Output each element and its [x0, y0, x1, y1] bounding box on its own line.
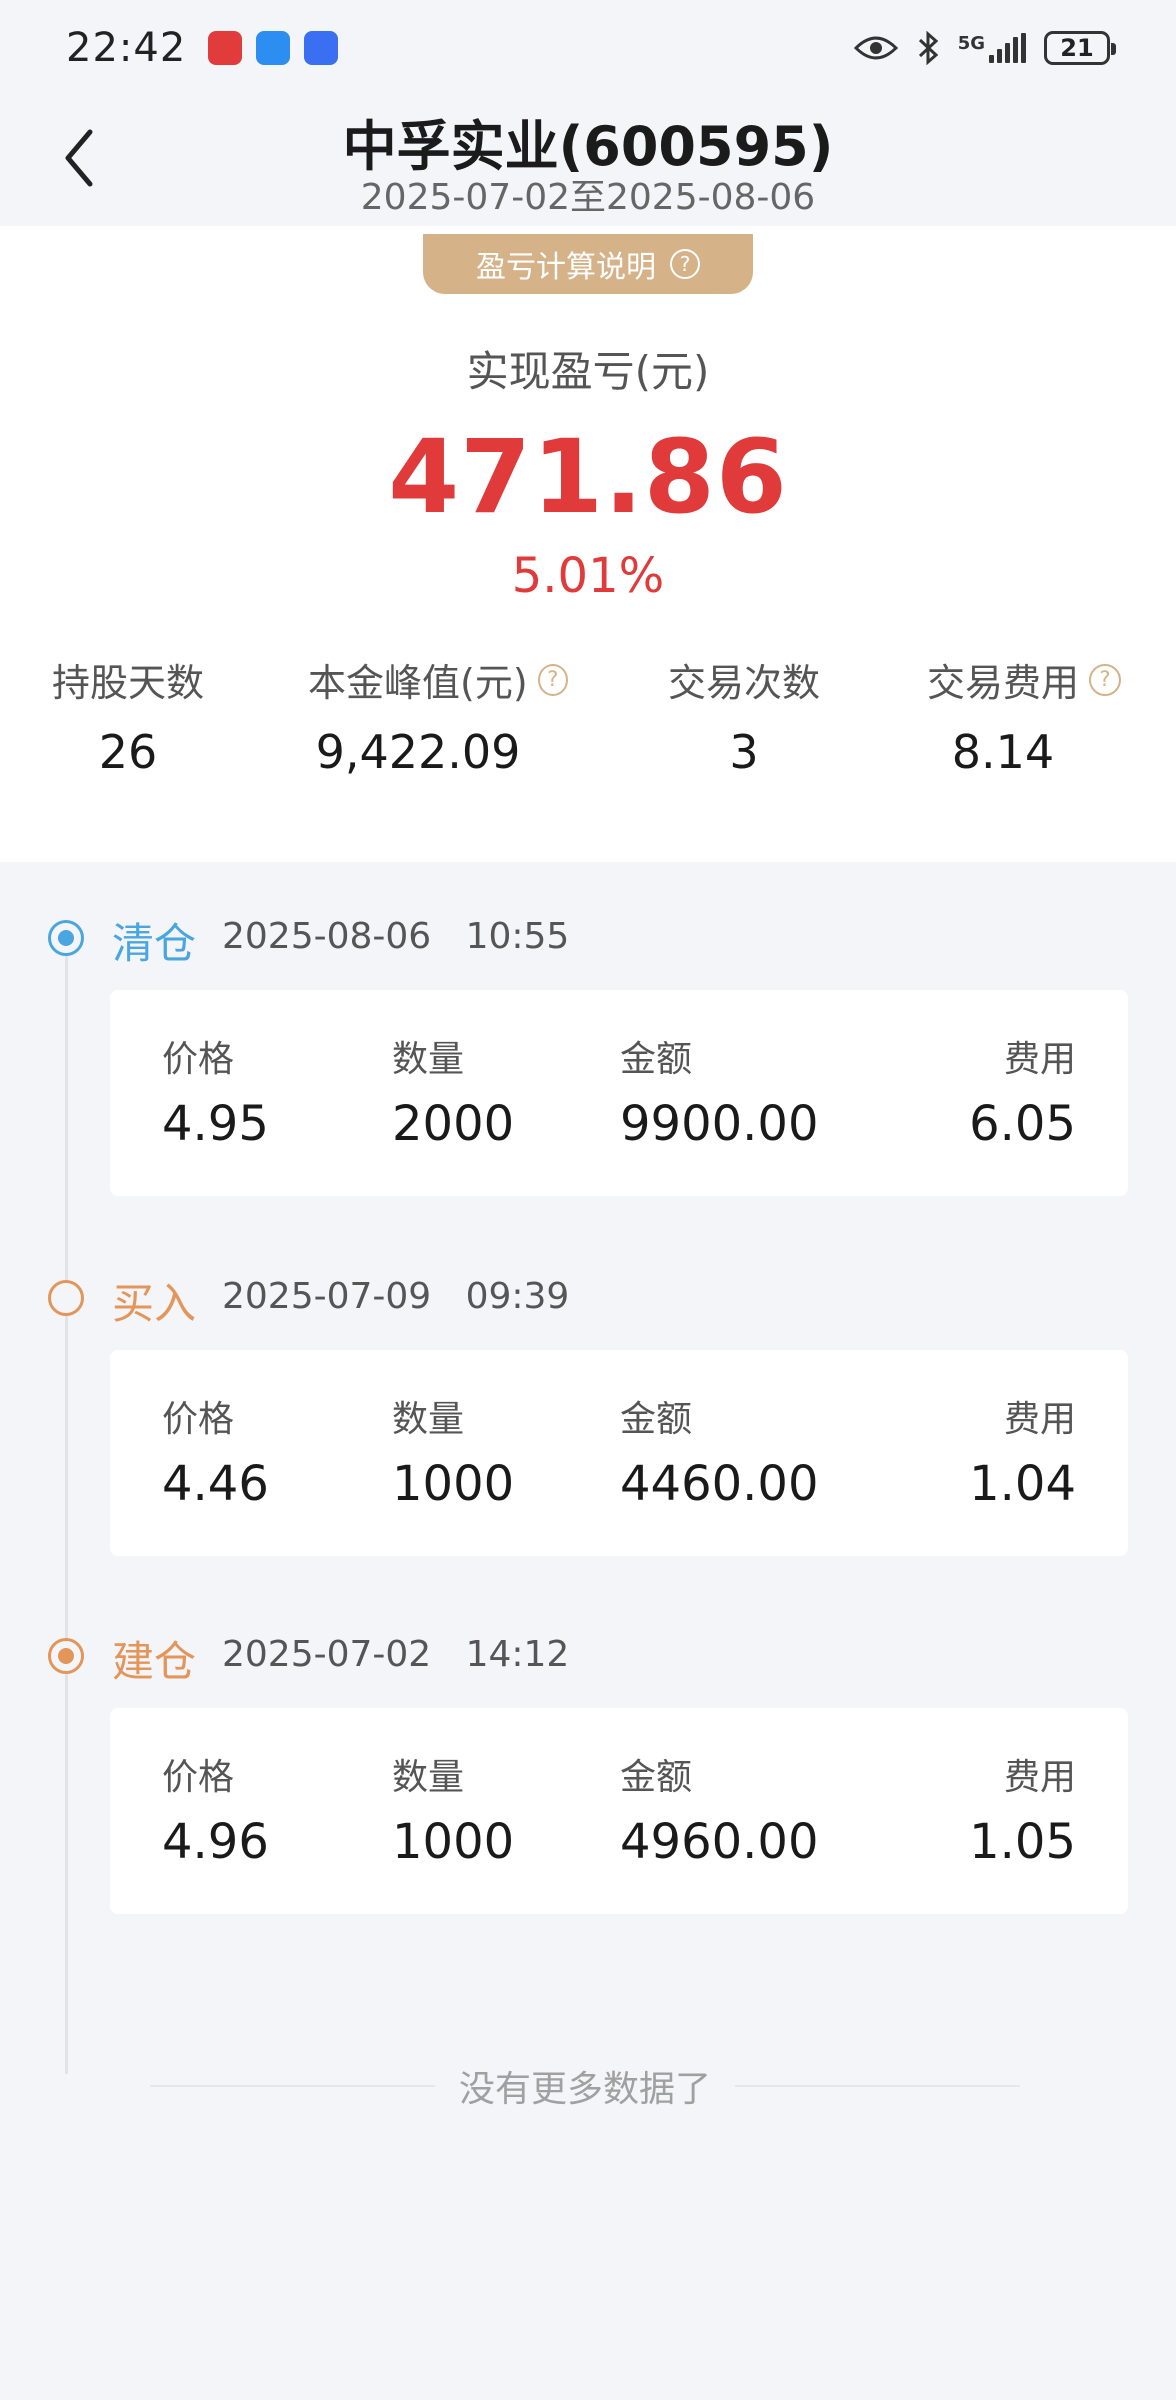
pnl-explain-button[interactable]: 盈亏计算说明 ? — [423, 234, 753, 294]
amount-label: 金额 — [620, 1757, 693, 1798]
pnl-explain-label: 盈亏计算说明 — [476, 250, 656, 285]
event-time: 2025-07-02 14:12 — [222, 1634, 569, 1675]
qty-label: 数量 — [392, 1757, 465, 1798]
list-end-footer: 没有更多数据了 — [150, 2056, 1021, 2116]
trade-card[interactable]: 价格 4.46 数量 1000 金额 4460.00 费用 1.04 — [110, 1350, 1128, 1556]
app-notification-icon — [208, 31, 243, 65]
divider — [735, 2085, 1021, 2087]
stat-value: 8.14 — [951, 725, 1055, 779]
fee-label: 费用 — [1003, 1399, 1076, 1440]
stat-trade-count: 交易次数 3 — [668, 652, 820, 779]
event-type: 建仓 — [112, 1637, 197, 1686]
event-clock: 10:55 — [465, 916, 570, 957]
trade-timeline: 清仓 2025-08-06 10:55 价格 4.95 数量 2000 金额 9900… — [0, 862, 1176, 2102]
stats-row: 持股天数 26 本金峰值(元) ? 9,422.09 交易次数 3 交易费用 ?… — [0, 652, 1176, 779]
fee-value: 6.05 — [969, 1096, 1076, 1152]
trade-card[interactable]: 价格 4.95 数量 2000 金额 9900.00 费用 6.05 — [110, 990, 1128, 1196]
qty-value: 2000 — [392, 1096, 515, 1152]
pnl-percent: 5.01% — [511, 548, 665, 604]
event-date: 2025-08-06 — [222, 916, 432, 957]
amount-label: 金额 — [620, 1399, 693, 1440]
fee-label: 费用 — [1003, 1757, 1076, 1798]
no-more-data-text: 没有更多数据了 — [459, 2069, 712, 2110]
stat-holding-days: 持股天数 26 — [52, 652, 204, 779]
app-notification-icon — [256, 31, 291, 65]
amount-label: 金额 — [620, 1039, 693, 1080]
battery-level: 21 — [1060, 34, 1094, 62]
fee-label: 费用 — [1003, 1039, 1076, 1080]
clear-position-dot-icon — [48, 920, 84, 956]
price-label: 价格 — [162, 1039, 235, 1080]
eye-icon — [853, 36, 898, 60]
amount-value: 9900.00 — [620, 1096, 819, 1152]
help-icon[interactable]: ? — [1089, 663, 1121, 696]
fee-value: 1.04 — [969, 1456, 1076, 1512]
event-time: 2025-08-06 10:55 — [222, 916, 569, 957]
stat-label: 交易费用 — [926, 661, 1079, 705]
amount-value: 4960.00 — [620, 1814, 819, 1870]
event-clock: 09:39 — [465, 1276, 570, 1317]
stat-trade-fee: 交易费用 ? 8.14 — [924, 652, 1124, 779]
status-indicators: 5G 21 — [853, 31, 1116, 65]
stat-label: 交易次数 — [668, 661, 821, 705]
pnl-value: 471.86 — [388, 418, 788, 537]
stat-value: 3 — [729, 725, 759, 779]
stat-label: 持股天数 — [52, 661, 205, 705]
stat-value: 26 — [98, 725, 158, 779]
fee-value: 1.05 — [969, 1814, 1076, 1870]
event-date: 2025-07-02 — [222, 1634, 432, 1675]
price-value: 4.96 — [162, 1814, 269, 1870]
date-range: 2025-07-02至2025-08-06 — [360, 177, 816, 218]
battery-icon: 21 — [1044, 31, 1116, 65]
price-value: 4.95 — [162, 1096, 269, 1152]
bluetooth-icon — [918, 31, 938, 65]
status-app-icons — [208, 31, 339, 65]
event-type: 清仓 — [112, 919, 197, 968]
qty-label: 数量 — [392, 1039, 465, 1080]
price-label: 价格 — [162, 1399, 235, 1440]
trade-card[interactable]: 价格 4.96 数量 1000 金额 4960.00 费用 1.05 — [110, 1708, 1128, 1914]
divider — [150, 2085, 435, 2087]
help-icon: ? — [670, 249, 700, 279]
stat-peak-principal: 本金峰值(元) ? 9,422.09 — [308, 652, 568, 779]
buy-dot-icon — [48, 1280, 84, 1316]
status-bar: 22:42 5G 21 — [0, 0, 1176, 96]
help-icon[interactable]: ? — [537, 663, 568, 696]
stat-value: 9,422.09 — [315, 725, 521, 779]
amount-value: 4460.00 — [620, 1456, 819, 1512]
stat-label: 本金峰值(元) — [308, 661, 528, 705]
event-clock: 14:12 — [465, 1634, 570, 1675]
pnl-label: 实现盈亏(元) — [466, 347, 710, 396]
page-header: 中孚实业(600595) 2025-07-02至2025-08-06 — [0, 96, 1176, 226]
event-type: 买入 — [112, 1279, 197, 1328]
signal-icon: 5G — [958, 33, 1026, 63]
app-notification-icon — [304, 31, 339, 65]
price-value: 4.46 — [162, 1456, 269, 1512]
qty-value: 1000 — [392, 1814, 515, 1870]
pnl-summary: 盈亏计算说明 ? 实现盈亏(元) 471.86 5.01% 持股天数 26 本金… — [0, 226, 1176, 862]
timeline-line — [65, 944, 68, 2074]
event-time: 2025-07-09 09:39 — [222, 1276, 569, 1317]
price-label: 价格 — [162, 1757, 235, 1798]
network-type: 5G — [957, 33, 985, 54]
event-date: 2025-07-09 — [222, 1276, 432, 1317]
qty-value: 1000 — [392, 1456, 515, 1512]
qty-label: 数量 — [392, 1399, 465, 1440]
status-time: 22:42 — [66, 25, 187, 71]
open-position-dot-icon — [48, 1638, 84, 1674]
